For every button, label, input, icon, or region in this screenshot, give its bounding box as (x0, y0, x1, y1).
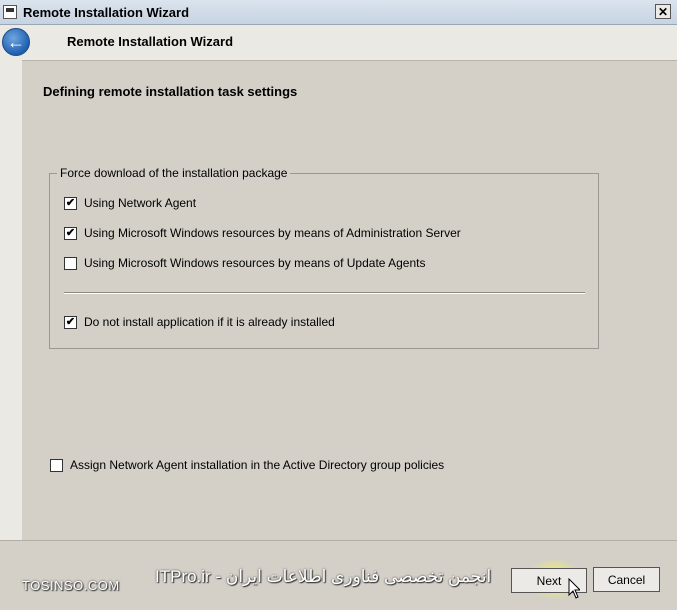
watermark-text: ITPro.ir - انجمن تخصصی فناوری اطلاعات ای… (155, 567, 492, 586)
page-title: Defining remote installation task settin… (43, 84, 298, 99)
option-label: Using Microsoft Windows resources by mea… (84, 256, 426, 270)
group-separator (64, 292, 585, 294)
group-legend: Force download of the installation packa… (57, 166, 291, 180)
watermark-site: TOSINSO.COM (22, 578, 120, 593)
checkbox-admin-server[interactable] (64, 226, 77, 240)
option-network-agent[interactable]: Using Network Agent (64, 196, 196, 210)
mouse-pointer-icon (568, 578, 580, 599)
option-label: Assign Network Agent installation in the… (70, 458, 445, 472)
option-label: Using Network Agent (84, 196, 197, 210)
close-button[interactable]: ✕ (655, 4, 671, 19)
checkbox-update-agents[interactable] (64, 256, 77, 270)
checkbox-skip-installed[interactable] (64, 315, 77, 329)
window-icon (3, 5, 17, 19)
option-assign-policy[interactable]: Assign Network Agent installation in the… (50, 458, 444, 472)
checkbox-network-agent[interactable] (64, 196, 77, 210)
option-label: Do not install application if it is alre… (84, 315, 335, 329)
window-title: Remote Installation Wizard (23, 4, 190, 20)
option-update-agents[interactable]: Using Microsoft Windows resources by mea… (64, 256, 425, 270)
title-bar: Remote Installation Wizard ✕ (0, 0, 677, 25)
checkbox-assign-policy[interactable] (50, 458, 63, 472)
option-skip-installed[interactable]: Do not install application if it is alre… (64, 315, 335, 329)
option-label: Using Microsoft Windows resources by mea… (84, 226, 461, 240)
back-button[interactable]: ← (2, 28, 30, 56)
wizard-header: ← Remote Installation Wizard (0, 25, 677, 60)
wizard-title: Remote Installation Wizard (67, 34, 234, 49)
option-admin-server[interactable]: Using Microsoft Windows resources by mea… (64, 226, 461, 240)
left-strip (0, 60, 22, 540)
cancel-button[interactable]: Cancel (593, 567, 660, 592)
